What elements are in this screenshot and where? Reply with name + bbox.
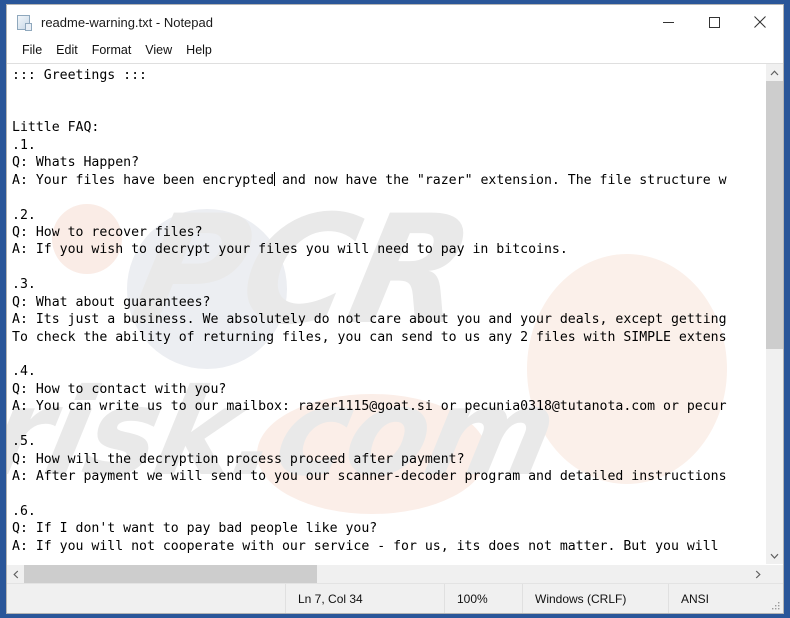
horizontal-scroll-track[interactable] [24,565,749,583]
status-encoding-label: ANSI [681,591,710,606]
scrollbar-corner [766,565,783,583]
text-line [12,189,765,206]
status-encoding: ANSI [668,584,783,613]
scroll-down-button[interactable] [766,547,783,564]
window-controls [645,5,783,39]
notepad-window: readme-warning.txt - Notepad File Edit F… [6,4,784,614]
text-line: Q: How to recover files? [12,224,203,240]
text-line [12,416,765,433]
menu-item-help[interactable]: Help [179,41,219,61]
text-line [12,486,765,503]
close-button[interactable] [737,5,783,39]
close-icon [754,16,766,28]
text-editor-area[interactable]: PCR risk.com ::: Greetings ::: Little FAQ… [7,64,765,564]
text-line: .1. [12,137,36,153]
text-line: ::: Greetings ::: [12,68,147,83]
text-line: Little FAQ: [12,120,100,136]
status-bar: Ln 7, Col 34 100% Windows (CRLF) ANSI [7,583,783,613]
text-line [12,102,765,119]
vertical-scroll-thumb[interactable] [766,81,783,349]
chevron-left-icon [12,570,18,578]
text-line: Q: What about guarantees? [12,294,211,310]
text-line: A: If you wish to decrypt your files you… [12,242,568,258]
text-line: To check the ability of returning files,… [12,329,727,345]
menu-item-edit[interactable]: Edit [49,41,85,61]
menu-item-view[interactable]: View [138,41,179,61]
title-bar-left: readme-warning.txt - Notepad [7,14,645,31]
window-title: readme-warning.txt - Notepad [41,14,213,30]
text-line [12,346,765,363]
notepad-document-icon [16,14,33,31]
editor-region: PCR risk.com ::: Greetings ::: Little FAQ… [7,63,783,583]
scroll-left-button[interactable] [7,565,24,583]
status-line-ending: Windows (CRLF) [522,584,668,613]
text-line: A: If you will not cooperate with our se… [12,538,719,554]
vertical-scrollbar[interactable] [765,64,783,564]
document-text[interactable]: ::: Greetings ::: Little FAQ: .1.Q: Whats … [7,64,765,555]
maximize-icon [708,16,720,28]
text-line: .2. [12,207,36,223]
status-cursor-position: Ln 7, Col 34 [285,584,444,613]
text-line: A: You can write us to our mailbox: raze… [12,399,727,415]
text-line: Q: If I don't want to pay bad people lik… [12,521,378,537]
text-line: A: Your files have been encrypted and no… [12,171,727,188]
menu-bar: File Edit Format View Help [7,39,783,63]
minimize-button[interactable] [645,5,691,39]
scroll-up-button[interactable] [766,64,783,81]
text-line: Q: How to contact with you? [12,381,227,397]
menu-item-format[interactable]: Format [85,41,139,61]
vertical-scroll-track[interactable] [766,81,783,547]
scroll-right-button[interactable] [749,565,766,583]
chevron-right-icon [755,570,761,578]
text-line [12,259,765,276]
text-line [12,84,765,101]
text-line: Q: How will the decryption process proce… [12,451,465,467]
menu-item-file[interactable]: File [15,41,49,61]
text-line: A: After payment we will send to you our… [12,469,727,485]
text-line: .6. [12,503,36,519]
minimize-icon [662,21,674,23]
title-bar: readme-warning.txt - Notepad [7,5,783,39]
chevron-down-icon [770,553,779,559]
maximize-button[interactable] [691,5,737,39]
status-bar-spacer [7,584,285,613]
text-line: .3. [12,277,36,293]
chevron-up-icon [770,69,779,75]
text-caret [274,171,276,186]
text-line: .5. [12,434,36,450]
horizontal-scroll-thumb[interactable] [24,565,317,583]
desktop-background: readme-warning.txt - Notepad File Edit F… [0,0,790,618]
text-line: .4. [12,364,36,380]
text-line: A: Its just a business. We absolutely do… [12,312,727,328]
resize-grip-icon[interactable] [770,600,780,610]
text-line: Q: Whats Happen? [12,155,140,171]
status-zoom-level[interactable]: 100% [444,584,522,613]
horizontal-scrollbar[interactable] [7,564,783,583]
